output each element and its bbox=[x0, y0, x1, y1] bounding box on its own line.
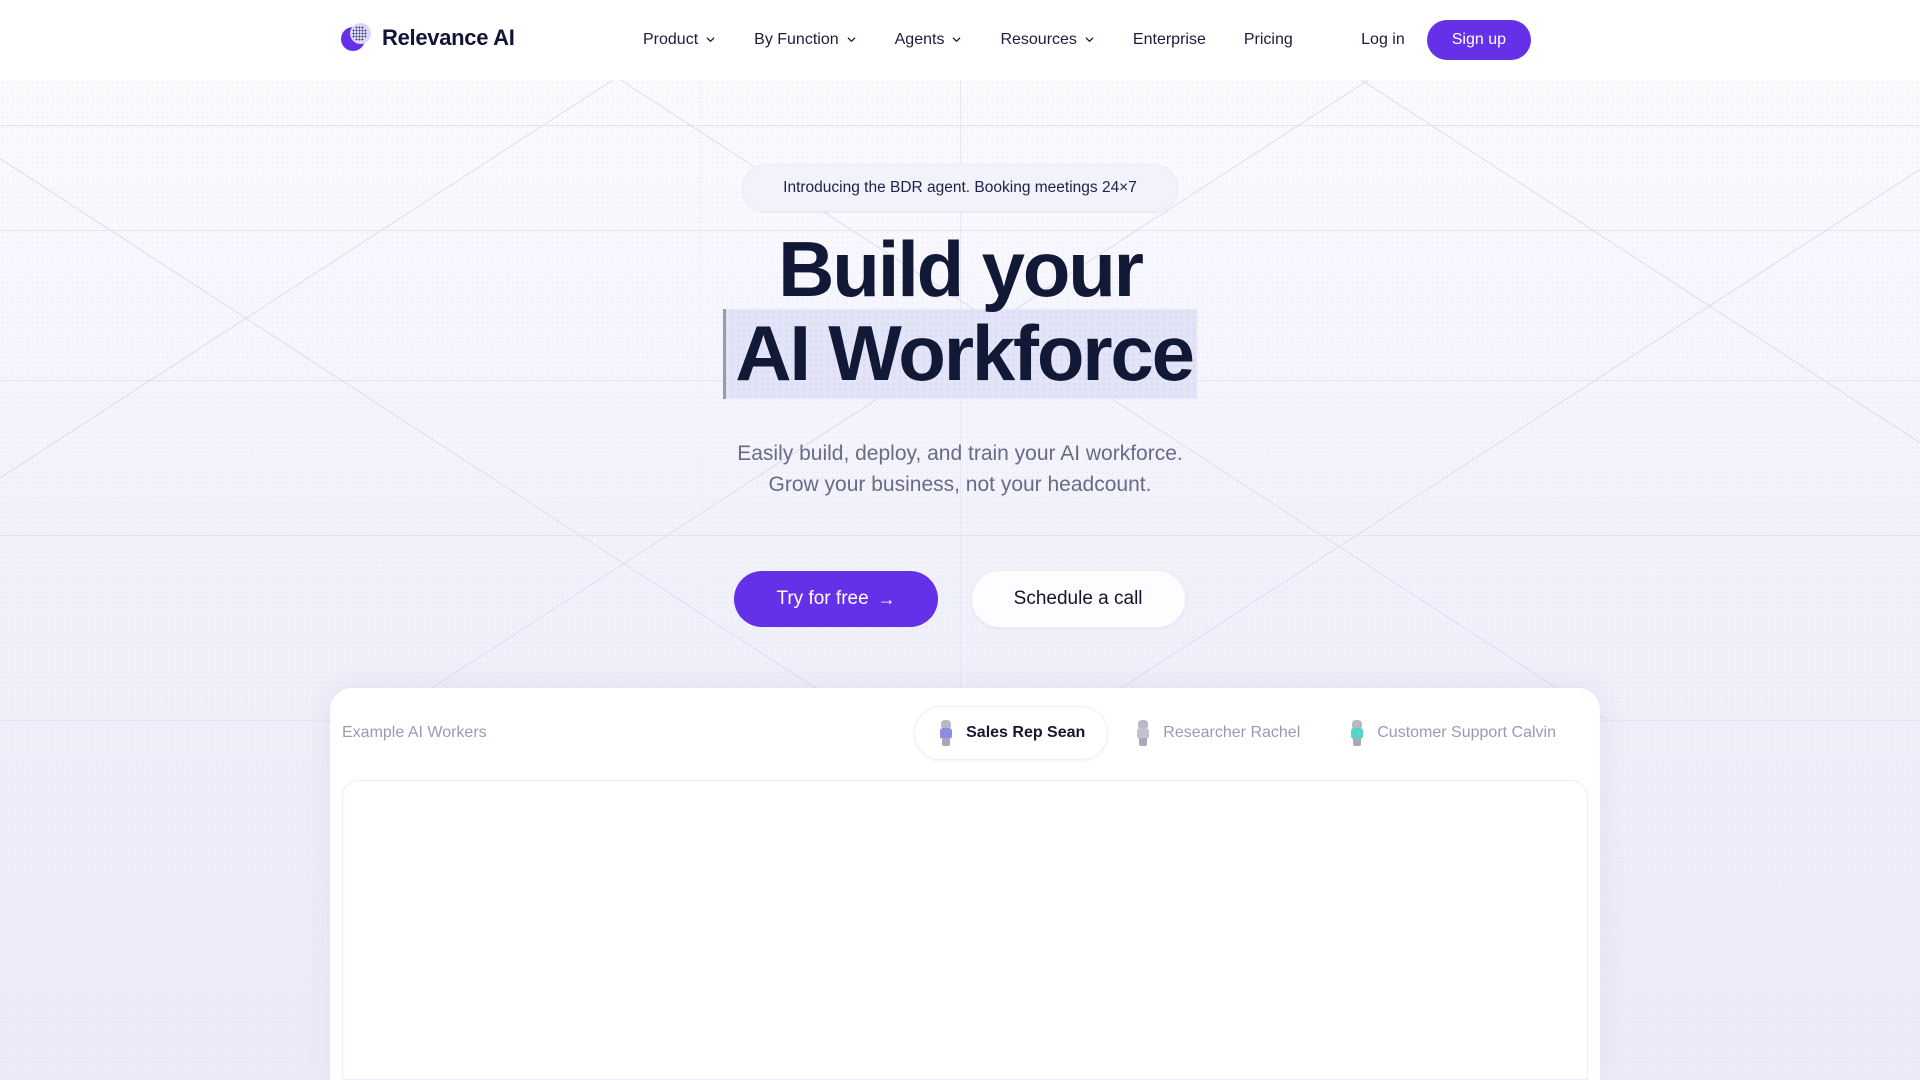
workers-card-header: Example AI Workers Sales Rep Sean Resear… bbox=[330, 688, 1600, 778]
arrow-right-icon: → bbox=[877, 589, 896, 609]
relevance-logo-icon bbox=[341, 23, 371, 53]
announcement-row: Introducing the BDR agent. Booking meeti… bbox=[0, 164, 1920, 212]
nav-item-enterprise[interactable]: Enterprise bbox=[1114, 0, 1225, 80]
hero-subtitle-line-2: Grow your business, not your headcount. bbox=[768, 473, 1152, 496]
hero-subtitle-line-1: Easily build, deploy, and train your AI … bbox=[737, 442, 1183, 465]
nav-item-label: Resources bbox=[1000, 31, 1077, 48]
schedule-a-call-button[interactable]: Schedule a call bbox=[970, 570, 1186, 628]
tab-customer-support-calvin[interactable]: Customer Support Calvin bbox=[1326, 707, 1578, 759]
page-title: Build your AI Workforce bbox=[0, 230, 1920, 399]
tab-label: Sales Rep Sean bbox=[966, 724, 1086, 741]
login-link[interactable]: Log in bbox=[1339, 31, 1427, 49]
nav-item-pricing[interactable]: Pricing bbox=[1225, 0, 1312, 80]
headline-line-1: Build your bbox=[778, 225, 1144, 313]
primary-nav: Product By Function Agents Resources Ent… bbox=[624, 0, 1312, 80]
nav-item-resources[interactable]: Resources bbox=[981, 0, 1113, 80]
tab-sales-rep-sean[interactable]: Sales Rep Sean bbox=[914, 706, 1109, 760]
worker-preview-panel bbox=[342, 780, 1588, 1080]
site-header: Relevance AI Product By Function Agents bbox=[0, 0, 1920, 80]
nav-item-agents[interactable]: Agents bbox=[876, 0, 982, 80]
avatar-researcher-rachel-icon bbox=[1134, 720, 1152, 746]
nav-item-label: By Function bbox=[754, 31, 839, 48]
chevron-down-icon bbox=[846, 34, 857, 45]
avatar-customer-support-calvin-icon bbox=[1348, 720, 1366, 746]
chevron-down-icon bbox=[705, 34, 716, 45]
worker-tabs: Sales Rep Sean Researcher Rachel Custome… bbox=[914, 706, 1578, 760]
nav-item-label: Agents bbox=[894, 31, 945, 48]
chevron-down-icon bbox=[1084, 34, 1095, 45]
signup-button[interactable]: Sign up bbox=[1426, 20, 1531, 60]
example-workers-card: Example AI Workers Sales Rep Sean Resear… bbox=[330, 688, 1600, 1080]
tab-label: Researcher Rachel bbox=[1163, 724, 1301, 741]
nav-item-label: Pricing bbox=[1243, 31, 1293, 48]
nav-item-product[interactable]: Product bbox=[624, 0, 735, 80]
nav-item-label: Product bbox=[643, 31, 699, 48]
try-for-free-button[interactable]: Try for free → bbox=[734, 571, 938, 627]
avatar-sales-rep-sean-icon bbox=[937, 720, 955, 746]
hero-subtitle: Easily build, deploy, and train your AI … bbox=[0, 438, 1920, 500]
hero-cta-row: Try for free → Schedule a call bbox=[0, 570, 1920, 628]
page-root: Relevance AI Product By Function Agents bbox=[0, 0, 1920, 1080]
tab-label: Customer Support Calvin bbox=[1377, 724, 1556, 741]
header-actions: Log in Sign up bbox=[1339, 0, 1531, 80]
brand-name: Relevance AI bbox=[382, 25, 515, 50]
workers-section-label: Example AI Workers bbox=[342, 724, 487, 741]
brand-logo-link[interactable]: Relevance AI bbox=[341, 23, 515, 53]
chevron-down-icon bbox=[951, 34, 962, 45]
try-for-free-label: Try for free bbox=[776, 588, 869, 609]
nav-item-label: Enterprise bbox=[1132, 31, 1206, 48]
headline-line-2-highlighted: AI Workforce bbox=[723, 309, 1197, 399]
announcement-pill[interactable]: Introducing the BDR agent. Booking meeti… bbox=[742, 164, 1178, 212]
nav-item-by-function[interactable]: By Function bbox=[735, 0, 875, 80]
tab-researcher-rachel[interactable]: Researcher Rachel bbox=[1112, 707, 1322, 759]
